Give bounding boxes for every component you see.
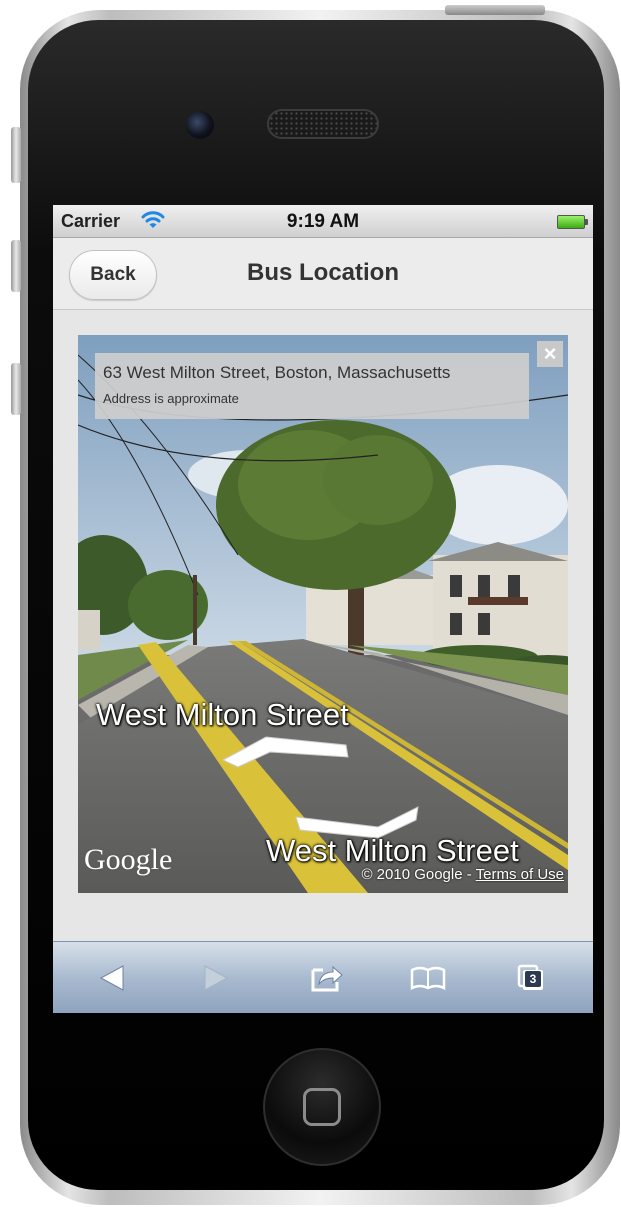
close-icon[interactable]: × [537,341,563,367]
battery-icon [557,215,588,229]
volume-up-button [11,240,21,292]
terms-of-use-link[interactable]: Terms of Use [476,866,564,883]
address-info-box: 63 West Milton Street, Boston, Massachus… [95,353,529,419]
front-camera [186,111,214,139]
back-arrow-icon[interactable] [93,958,133,998]
page-title: Bus Location [246,259,399,286]
copyright-notice: © 2010 Google - Terms of Use [361,866,564,883]
browser-toolbar: 3 [53,941,593,1013]
bookmarks-icon[interactable] [408,958,448,998]
forward-arrow-icon[interactable] [195,958,235,998]
copyright-text: © 2010 Google - [361,866,476,883]
mute-switch [11,127,21,183]
screen: Carrier 9:19 AM Back Bus Location 63 Wes… [53,205,593,1013]
clock: 9:19 AM [286,211,360,232]
street-label: West Milton Street [96,697,349,732]
address-text: 63 West Milton Street, Boston, Massachus… [103,363,451,382]
status-bar: Carrier 9:19 AM [53,205,593,238]
navigation-bar: Back Bus Location [53,238,593,310]
sleep-button [445,5,545,15]
home-square-icon [303,1088,341,1126]
address-note: Address is approximate [103,391,239,406]
volume-down-button [11,363,21,415]
street-label: West Milton Street [266,833,519,868]
street-view-panorama[interactable]: 63 West Milton Street, Boston, Massachus… [78,335,568,893]
google-logo: Google [84,843,173,876]
home-button[interactable] [263,1048,381,1166]
tabs-count: 3 [525,971,541,987]
tabs-icon[interactable]: 3 [513,958,553,998]
earpiece-speaker [267,109,379,139]
share-icon[interactable] [307,958,347,998]
